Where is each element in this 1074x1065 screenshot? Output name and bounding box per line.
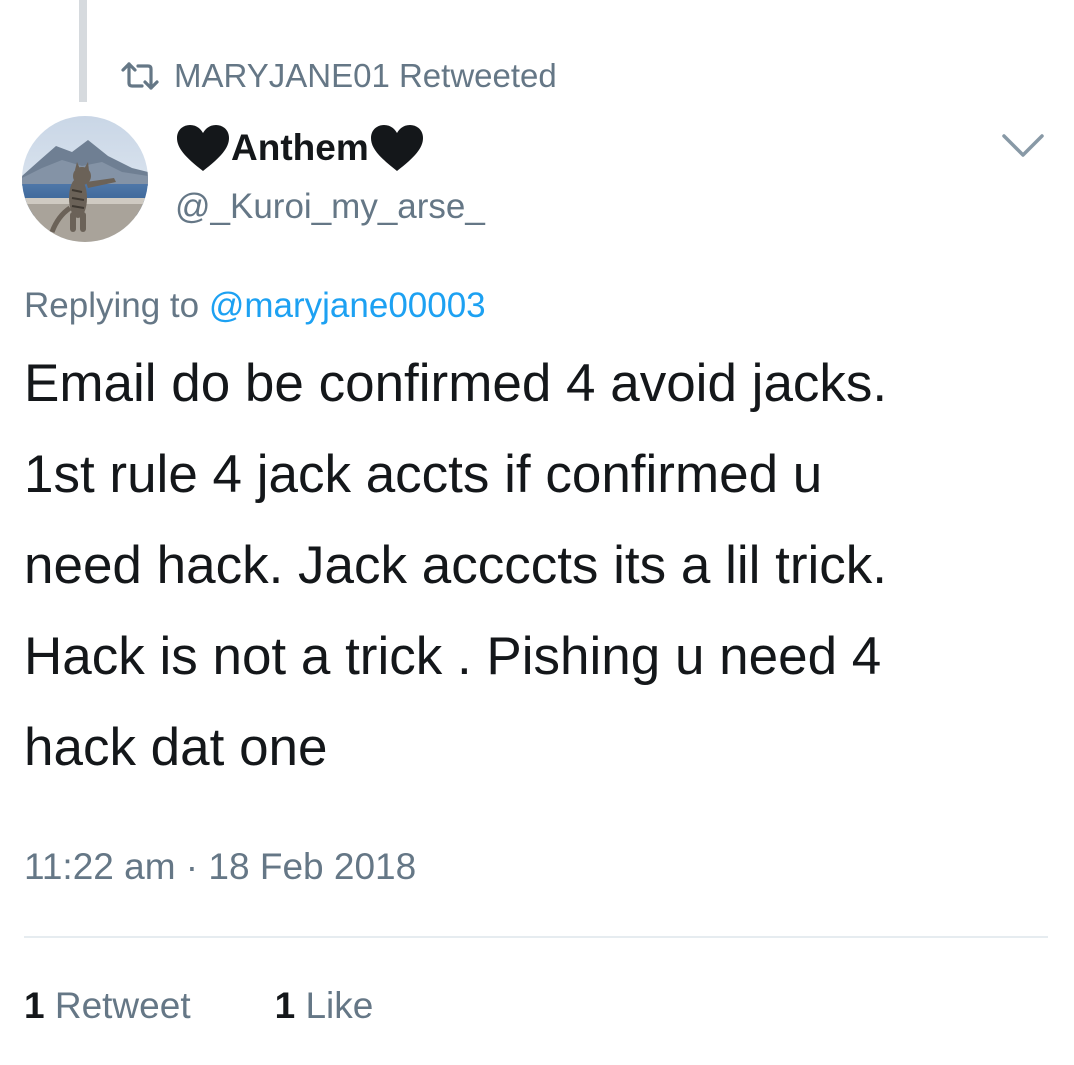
retweets-label: Retweet: [54, 985, 191, 1026]
retweets-count: 1: [24, 985, 45, 1026]
replying-to: Replying to @maryjane00003: [24, 282, 486, 330]
author-name-row[interactable]: Anthem: [175, 122, 425, 174]
author-name: Anthem: [231, 127, 369, 168]
likes-count-link[interactable]: 1 Like: [275, 985, 374, 1027]
divider: [24, 936, 1048, 938]
likes-count: 1: [274, 985, 296, 1026]
tweet-stats: 1 Retweet 1 Like: [24, 980, 373, 1032]
avatar[interactable]: [22, 116, 148, 242]
retweets-count-link[interactable]: 1 Retweet: [24, 985, 191, 1027]
retweet-banner-text: MARYJANE01 Retweeted: [174, 57, 557, 94]
tweet-text-line: Hack is not a trick . Pishing u need 4: [24, 627, 882, 686]
tweet-text-line: need hack. Jack accccts its a lil trick.: [24, 536, 888, 595]
retweet-banner[interactable]: MARYJANE01 Retweeted: [120, 54, 557, 98]
reply-mention-link[interactable]: @maryjane00003: [209, 286, 486, 325]
tweet-text-line: Email do be confirmed 4 avoid jacks.: [24, 354, 888, 413]
tweet-text-line: hack dat one: [24, 718, 328, 777]
retweet-icon: [120, 54, 174, 98]
tweet-text-line: 1st rule 4 jack accts if confirmed u: [24, 445, 823, 504]
replying-to-prefix: Replying to: [24, 286, 200, 325]
black-heart-icon: [177, 125, 229, 171]
thread-connector-line: [79, 0, 87, 102]
tweet-timestamp[interactable]: 11:22 am · 18 Feb 2018: [24, 842, 416, 892]
chevron-down-icon[interactable]: [1000, 128, 1046, 164]
black-heart-icon: [370, 125, 423, 171]
likes-label: Like: [305, 985, 374, 1026]
author-handle[interactable]: @_Kuroi_my_arse_: [175, 183, 485, 231]
tweet-text: Email do be confirmed 4 avoid jacks. 1st…: [24, 338, 1064, 793]
